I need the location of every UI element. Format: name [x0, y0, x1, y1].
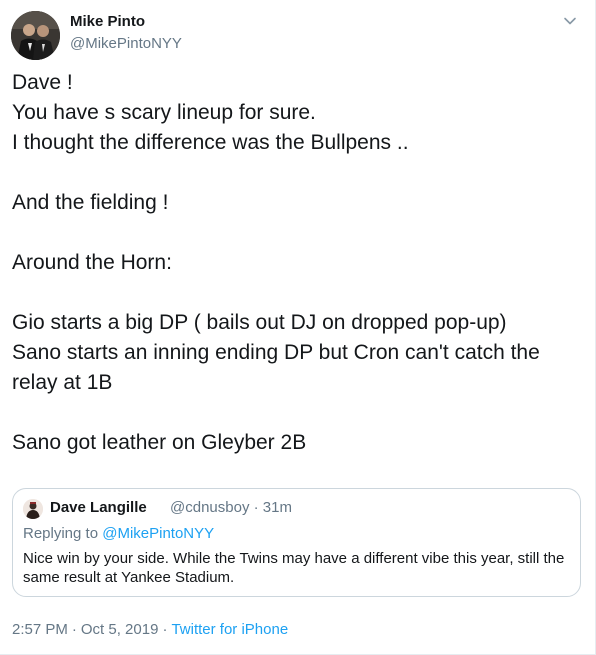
author-name[interactable]: Mike Pinto: [70, 13, 145, 30]
quoted-author-handle: @cdnusboy · 31m: [170, 499, 292, 516]
tweet-source-link[interactable]: Twitter for iPhone: [171, 621, 288, 638]
profile-photo-icon: [11, 11, 60, 60]
replying-prefix: Replying to: [23, 525, 99, 542]
author-avatar[interactable]: [11, 11, 60, 60]
separator-dot: ·: [71, 621, 77, 638]
tweet-line: I thought the difference was the Bullpen…: [12, 131, 409, 154]
tweet-line: You have s scary lineup for sure.: [12, 101, 316, 124]
tweet-line: Dave !: [12, 71, 73, 94]
quoted-tweet-text: Nice win by your side. While the Twins m…: [23, 550, 565, 586]
tweet-line: And the fielding !: [12, 191, 169, 214]
tweet-card: Mike Pinto @MikePintoNYY Dave ! You have…: [0, 0, 596, 655]
tweet-date[interactable]: Oct 5, 2019: [81, 621, 159, 638]
separator-dot: ·: [162, 621, 168, 638]
profile-photo-icon: [23, 499, 43, 519]
quoted-tweet[interactable]: Dave Langille @cdnusboy · 31m Replying t…: [12, 488, 581, 597]
quoted-author-avatar: [23, 499, 43, 519]
tweet-line: relay at 1B: [12, 371, 113, 394]
tweet-text: Dave ! You have s scary lineup for sure.…: [12, 68, 584, 458]
quoted-handle-text: @cdnusboy: [170, 499, 250, 516]
tweet-line: Gio starts a big DP ( bails out DJ on dr…: [12, 311, 507, 334]
tweet-line: Sano starts an inning ending DP but Cron…: [12, 341, 540, 364]
quoted-time: 31m: [262, 499, 292, 516]
replying-to: Replying to @MikePintoNYY: [23, 525, 214, 542]
separator-dot: ·: [253, 499, 263, 516]
chevron-down-icon[interactable]: [563, 14, 577, 28]
tweet-metadata: 2:57 PM · Oct 5, 2019 · Twitter for iPhone: [12, 621, 288, 638]
tweet-line: Around the Horn:: [12, 251, 172, 274]
quoted-author-name: Dave Langille: [50, 499, 147, 516]
tweet-line: Sano got leather on Gleyber 2B: [12, 431, 307, 454]
tweet-time[interactable]: 2:57 PM: [12, 621, 68, 638]
replying-to-mention[interactable]: @MikePintoNYY: [102, 525, 214, 542]
author-handle[interactable]: @MikePintoNYY: [70, 35, 182, 52]
